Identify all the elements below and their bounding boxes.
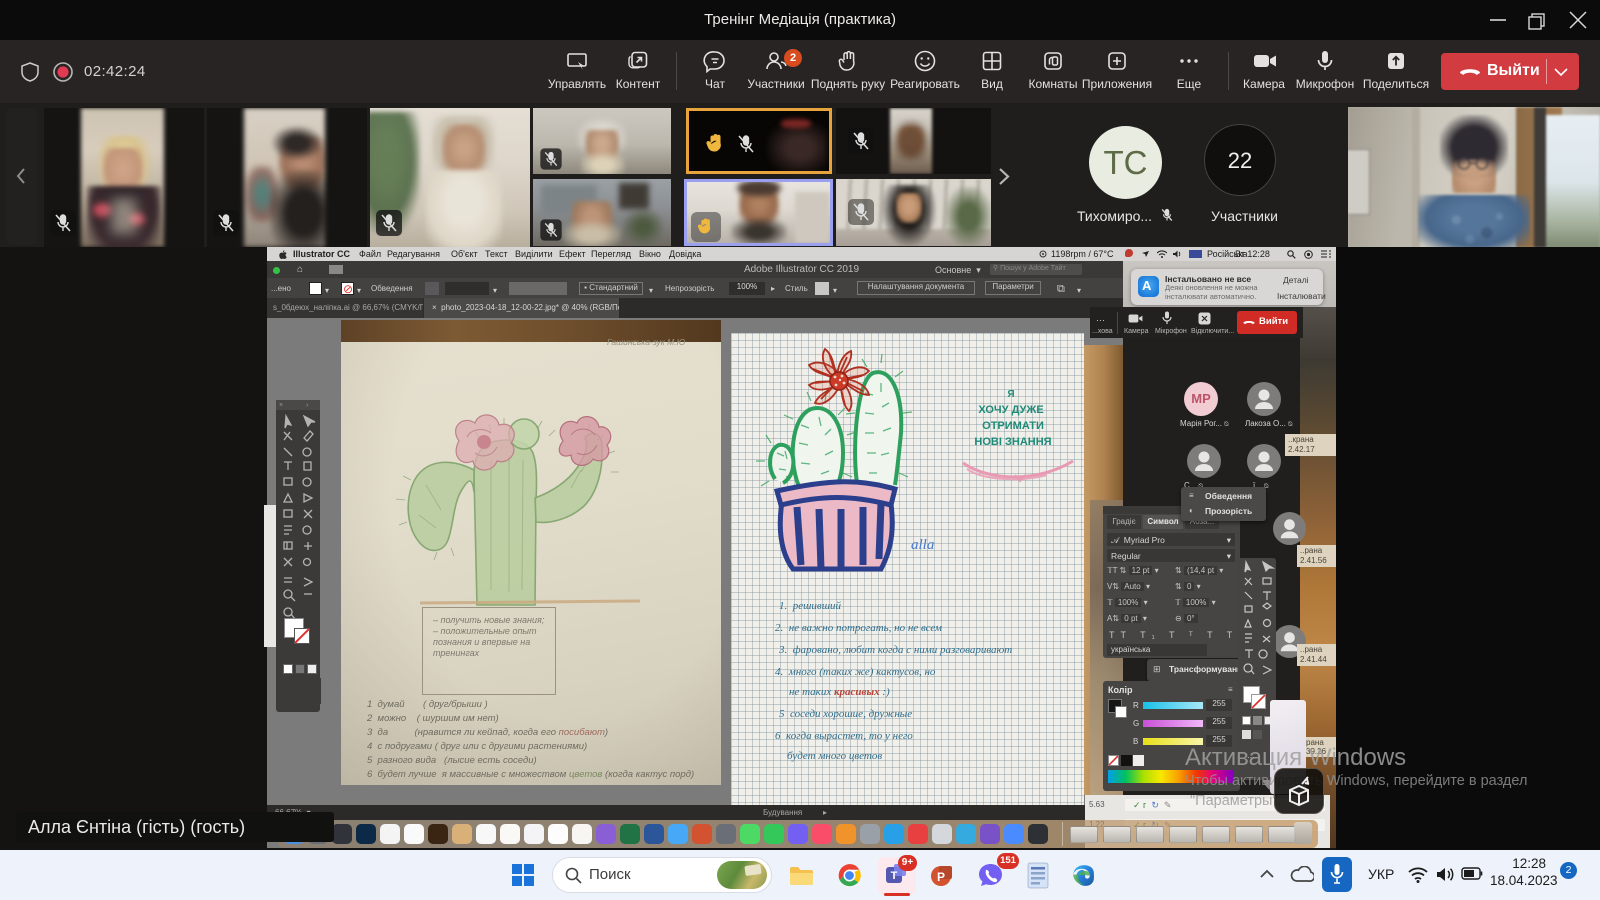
svg-text:НОВІ ЗНАННЯ: НОВІ ЗНАННЯ <box>974 436 1051 448</box>
svg-text:P: P <box>937 870 945 884</box>
svg-text:5 соседи хорошие, дружные: 5 соседи хорошие, дружные <box>779 708 912 720</box>
svg-text:Я: Я <box>1007 389 1014 400</box>
svg-text:ОТРИМАТИ: ОТРИМАТИ <box>982 420 1044 432</box>
svg-text:1. решивший: 1. решивший <box>779 600 842 612</box>
svg-text:T: T <box>891 870 898 882</box>
svg-text:не таких красивых :): не таких красивых :) <box>789 686 890 698</box>
svg-text:ХОЧУ ДУЖЕ: ХОЧУ ДУЖЕ <box>978 404 1043 416</box>
svg-text:будет много цветов: будет много цветов <box>787 750 882 762</box>
svg-text:6 когда вырастет, то у него: 6 когда вырастет, то у него <box>775 730 913 742</box>
svg-text:alla: alla <box>911 537 934 553</box>
svg-text:3. фаровано, любит когда с ни: 3. фаровано, любит когда с ними разговар… <box>778 644 1012 656</box>
svg-text:4. много (таких же) кактусов,: 4. много (таких же) кактусов, но <box>775 666 936 678</box>
svg-text:2. не важно потрогать, но не: 2. не важно потрогать, но не всем <box>775 622 942 634</box>
